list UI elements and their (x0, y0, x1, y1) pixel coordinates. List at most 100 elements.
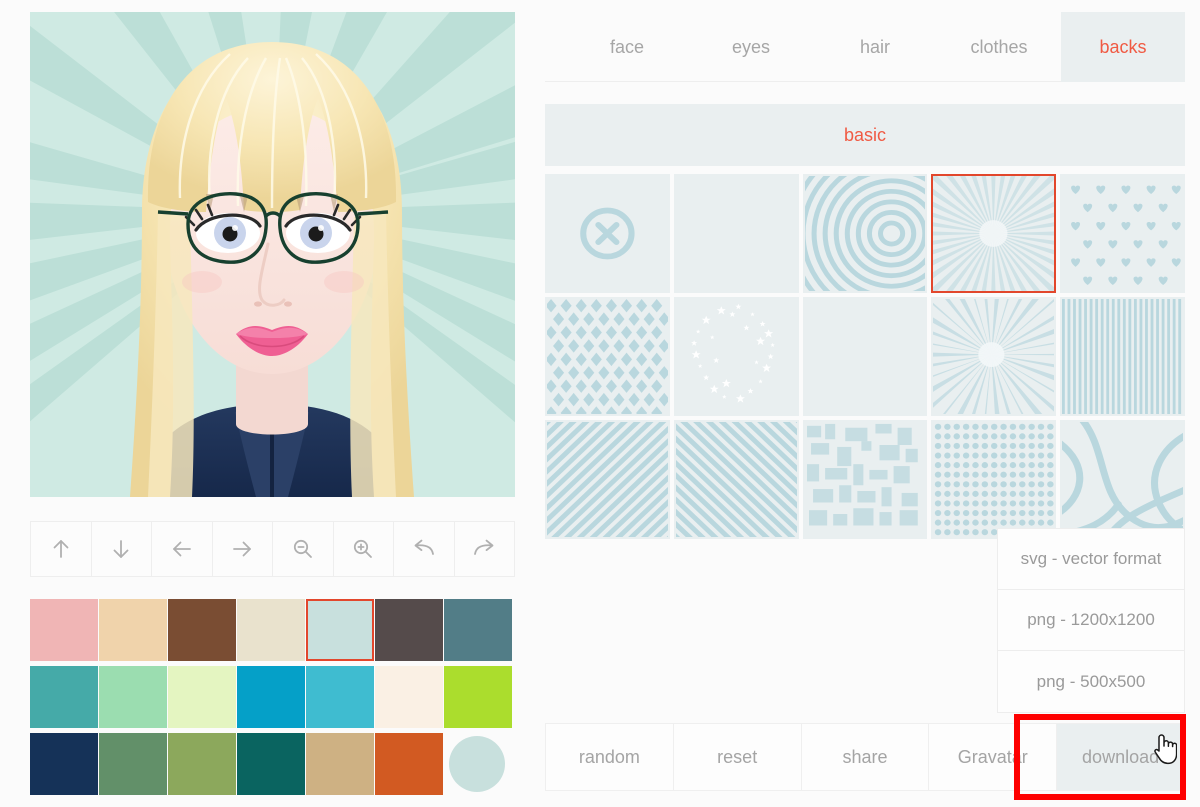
move-down-button[interactable] (92, 522, 153, 576)
color-swatch-cell (375, 733, 443, 800)
action-button-label: share (842, 747, 887, 768)
action-random-button[interactable]: random (546, 724, 674, 790)
color-swatch-1-1[interactable] (99, 666, 167, 728)
redo-button[interactable] (455, 522, 515, 576)
color-swatch-0-1[interactable] (99, 599, 167, 661)
download-option-label: png - 500x500 (1037, 672, 1146, 692)
download-option-0[interactable]: svg - vector format (998, 529, 1184, 590)
editor-left-column (30, 12, 515, 800)
color-swatch-1-5[interactable] (375, 666, 443, 728)
tab-label: clothes (970, 37, 1027, 58)
pattern-swatch-diamonds[interactable] (545, 297, 670, 416)
avatar-maker-page: face eyes hair clothes backs basic svg - vec… (0, 0, 1200, 807)
current-color-indicator[interactable] (449, 736, 505, 792)
action-share-button[interactable]: share (802, 724, 930, 790)
color-swatch-2-0[interactable] (30, 733, 98, 795)
pattern-swatch-squares-mosaic[interactable] (803, 420, 928, 539)
action-bar: random reset share Gravatar download (545, 723, 1185, 791)
pattern-swatch-hearts[interactable] (1060, 174, 1185, 293)
tab-backs[interactable]: backs (1061, 12, 1185, 82)
action-button-label: reset (717, 747, 757, 768)
action-gravatar-button[interactable]: Gravatar (929, 724, 1057, 790)
color-swatch-0-4[interactable] (306, 599, 374, 661)
sunburst-fine-thumb (933, 176, 1054, 291)
tab-label: eyes (732, 37, 770, 58)
move-up-button[interactable] (31, 522, 92, 576)
pattern-swatch-polka-dots[interactable] (931, 420, 1056, 539)
color-swatch-0-6[interactable] (444, 599, 512, 661)
zoom-in-button[interactable] (334, 522, 395, 576)
color-swatch-0-2[interactable] (168, 599, 236, 661)
plain-thumb (676, 176, 797, 291)
color-swatch-0-0[interactable] (30, 599, 98, 661)
color-swatch-2-5[interactable] (375, 733, 443, 795)
download-option-label: svg - vector format (1021, 549, 1162, 569)
action-button-label: random (579, 747, 640, 768)
move-right-button[interactable] (213, 522, 274, 576)
arrow-left-icon (170, 537, 194, 561)
color-swatch-0-5[interactable] (375, 599, 443, 661)
download-option-1[interactable]: png - 1200x1200 (998, 590, 1184, 651)
color-swatch-2-1[interactable] (99, 733, 167, 795)
diag-right-thumb (676, 422, 797, 537)
color-swatch-1-0[interactable] (30, 666, 98, 728)
pattern-swatch-diagonal-stripes-right[interactable] (674, 420, 799, 539)
pattern-swatch-sunburst-rays-fine[interactable] (931, 174, 1056, 293)
group-header-basic[interactable]: basic (545, 104, 1185, 166)
tab-eyes[interactable]: eyes (689, 12, 813, 82)
tab-clothes[interactable]: clothes (937, 12, 1061, 82)
pattern-swatch-stars-scatter[interactable] (674, 297, 799, 416)
background-pattern-grid (545, 174, 1185, 539)
pattern-swatch-diagonal-stripes-left[interactable] (545, 420, 670, 539)
color-swatch-cell (444, 666, 512, 733)
move-left-button[interactable] (152, 522, 213, 576)
download-option-2[interactable]: png - 500x500 (998, 651, 1184, 712)
action-reset-button[interactable]: reset (674, 724, 802, 790)
color-swatch-2-3[interactable] (237, 733, 305, 795)
rings-thumb (805, 176, 926, 291)
zoom-out-icon (291, 537, 315, 561)
none-thumb (547, 176, 668, 291)
action-download-button[interactable]: download (1057, 724, 1184, 790)
action-button-label: Gravatar (958, 747, 1028, 768)
download-format-menu: svg - vector format png - 1200x1200 png - … (997, 528, 1185, 713)
color-swatch-cell (444, 599, 512, 666)
arrow-right-icon (230, 537, 254, 561)
hearts-thumb (1062, 176, 1183, 291)
squares-thumb (805, 422, 926, 537)
undo-button[interactable] (394, 522, 455, 576)
pattern-swatch-starburst-spikes[interactable] (931, 297, 1056, 416)
avatar-preview[interactable] (30, 12, 515, 497)
color-swatch-0-3[interactable] (237, 599, 305, 661)
color-swatch-cell (99, 599, 167, 666)
curves-thumb (1062, 422, 1183, 537)
color-swatch-1-3[interactable] (237, 666, 305, 728)
color-swatch-cell (306, 733, 374, 800)
color-swatch-1-4[interactable] (306, 666, 374, 728)
diamonds-thumb (547, 299, 668, 414)
spikes-thumb (933, 299, 1054, 414)
pattern-swatch-concentric-rings[interactable] (803, 174, 928, 293)
tab-label: backs (1099, 37, 1146, 58)
pattern-swatch-plain[interactable] (674, 174, 799, 293)
stars-thumb (676, 299, 797, 414)
category-tabs: face eyes hair clothes backs (545, 12, 1185, 82)
pattern-swatch-rays-corner[interactable] (803, 297, 928, 416)
color-swatch-2-2[interactable] (168, 733, 236, 795)
editor-right-column: face eyes hair clothes backs basic (545, 12, 1185, 539)
rays-corner-thumb (805, 299, 926, 414)
zoom-out-button[interactable] (273, 522, 334, 576)
color-swatch-2-4[interactable] (306, 733, 374, 795)
tab-label: face (610, 37, 644, 58)
color-swatch-cell (306, 599, 374, 666)
color-swatch-cell (306, 666, 374, 733)
color-swatch-1-6[interactable] (444, 666, 512, 728)
tab-face[interactable]: face (565, 12, 689, 82)
color-swatch-1-2[interactable] (168, 666, 236, 728)
pattern-swatch-curved-lines[interactable] (1060, 420, 1185, 539)
arrow-up-icon (49, 537, 73, 561)
tab-hair[interactable]: hair (813, 12, 937, 82)
pattern-swatch-vertical-stripes[interactable] (1060, 297, 1185, 416)
color-swatch-cell (99, 666, 167, 733)
pattern-swatch-none[interactable] (545, 174, 670, 293)
